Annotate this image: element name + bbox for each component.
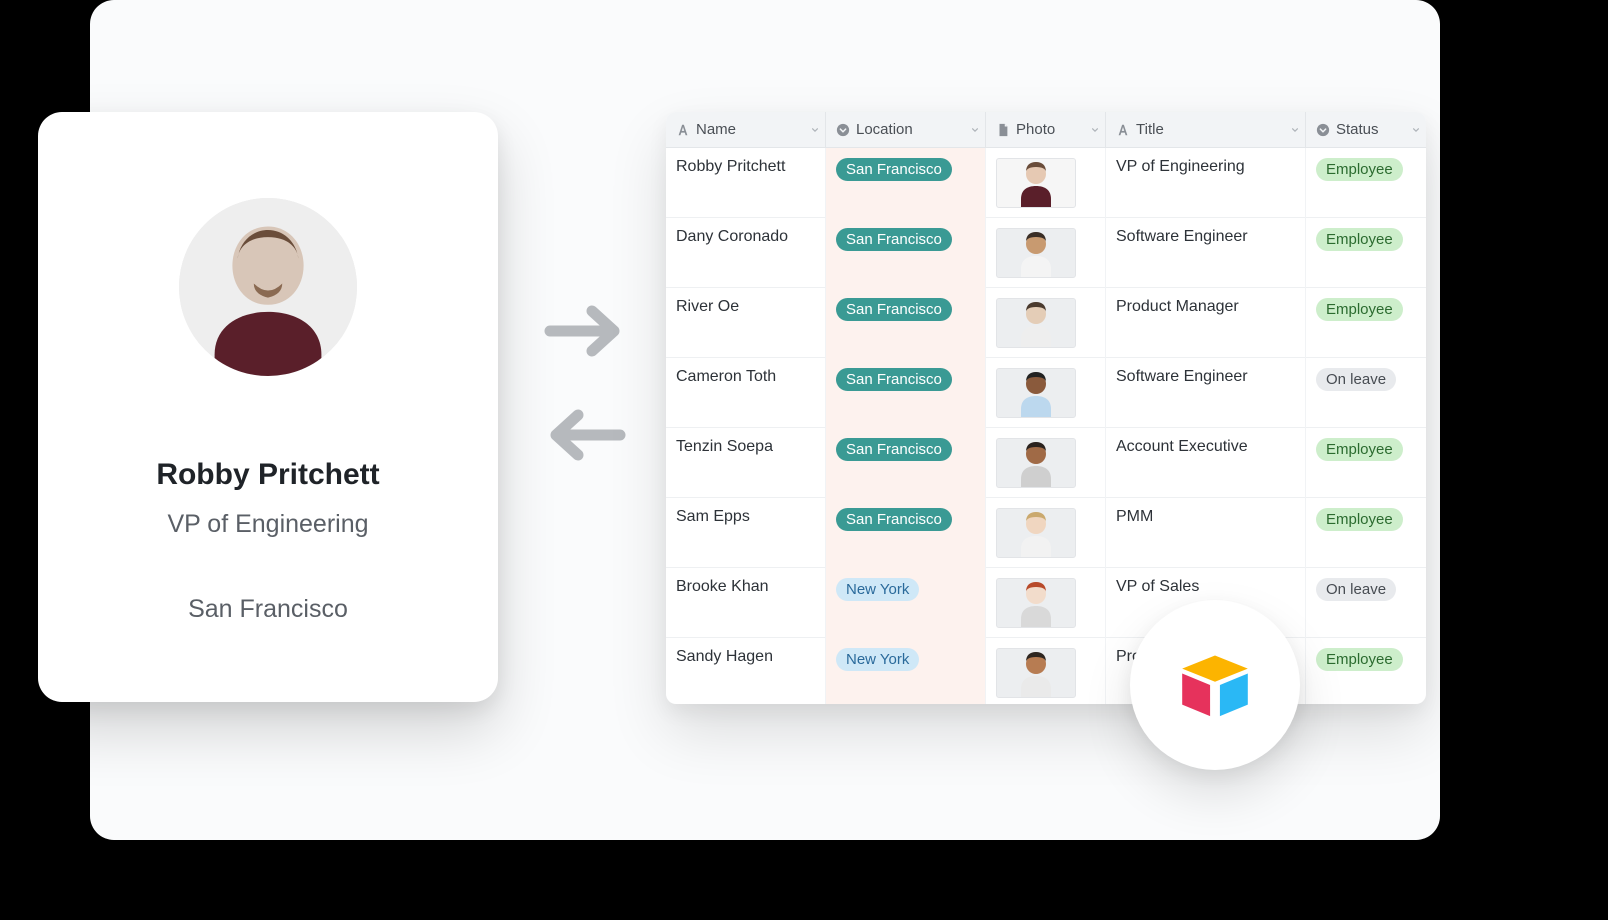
location-tag: San Francisco [836, 298, 952, 321]
cell-photo[interactable] [986, 498, 1106, 568]
photo-thumbnail[interactable] [996, 648, 1076, 698]
photo-thumbnail[interactable] [996, 298, 1076, 348]
column-header[interactable]: Location [826, 112, 986, 147]
cell-status[interactable]: Employee [1306, 428, 1426, 498]
table-header-row: Name Location Photo Title Status [666, 112, 1426, 148]
cell-photo[interactable] [986, 638, 1106, 704]
column-header[interactable]: Title [1106, 112, 1306, 147]
table-row[interactable]: Dany Coronado San Francisco Software Engin… [666, 218, 1426, 288]
cell-name[interactable]: Sam Epps [666, 498, 826, 568]
location-tag: San Francisco [836, 158, 952, 181]
status-tag: Employee [1316, 438, 1403, 461]
cell-title[interactable]: Product Manager [1106, 288, 1306, 358]
person-icon [179, 198, 357, 376]
profile-title: VP of Engineering [167, 510, 368, 539]
location-tag: San Francisco [836, 438, 952, 461]
airtable-logo-badge [1130, 600, 1300, 770]
table-body: Robby Pritchett San Francisco VP of Engine… [666, 148, 1426, 704]
arrow-left-icon [542, 404, 628, 466]
status-tag: On leave [1316, 578, 1396, 601]
cell-location[interactable]: New York [826, 638, 986, 704]
cell-photo[interactable] [986, 568, 1106, 638]
column-header[interactable]: Status [1306, 112, 1426, 147]
cell-status[interactable]: On leave [1306, 568, 1426, 638]
cell-photo[interactable] [986, 358, 1106, 428]
status-tag: Employee [1316, 228, 1403, 251]
photo-thumbnail[interactable] [996, 158, 1076, 208]
profile-location: San Francisco [188, 595, 348, 624]
photo-thumbnail[interactable] [996, 508, 1076, 558]
status-tag: Employee [1316, 648, 1403, 671]
column-label: Photo [1016, 121, 1055, 138]
cell-name[interactable]: Sandy Hagen [666, 638, 826, 704]
arrow-right-icon [542, 300, 628, 362]
cell-name[interactable]: Robby Pritchett [666, 148, 826, 218]
column-header[interactable]: Name [666, 112, 826, 147]
cell-title[interactable]: Account Executive [1106, 428, 1306, 498]
cell-name[interactable]: River Oe [666, 288, 826, 358]
location-tag: San Francisco [836, 508, 952, 531]
photo-thumbnail[interactable] [996, 438, 1076, 488]
cell-title[interactable]: PMM [1106, 498, 1306, 568]
cell-status[interactable]: Employee [1306, 148, 1426, 218]
table-row[interactable]: Brooke KhanNew YorkVP of SalesOn leave [666, 568, 1426, 638]
location-tag: New York [836, 648, 919, 671]
profile-avatar [179, 198, 357, 376]
table-row[interactable]: Sam Epps San Francisco PMM Employee [666, 498, 1426, 568]
location-tag: San Francisco [836, 228, 952, 251]
column-label: Title [1136, 121, 1164, 138]
cell-title[interactable]: Software Engineer [1106, 358, 1306, 428]
cell-photo[interactable] [986, 218, 1106, 288]
employee-table: Name Location Photo Title Status Robby Pritc… [666, 112, 1426, 704]
cell-name[interactable]: Brooke Khan [666, 568, 826, 638]
location-tag: San Francisco [836, 368, 952, 391]
cell-photo[interactable] [986, 428, 1106, 498]
cell-photo[interactable] [986, 148, 1106, 218]
cell-name[interactable]: Dany Coronado [666, 218, 826, 288]
table-row[interactable]: Cameron Toth San Francisco Software Engine… [666, 358, 1426, 428]
status-tag: Employee [1316, 158, 1403, 181]
cell-location[interactable]: San Francisco [826, 358, 986, 428]
cell-location[interactable]: San Francisco [826, 428, 986, 498]
cell-title[interactable]: VP of Engineering [1106, 148, 1306, 218]
photo-thumbnail[interactable] [996, 578, 1076, 628]
status-tag: Employee [1316, 508, 1403, 531]
status-tag: Employee [1316, 298, 1403, 321]
photo-thumbnail[interactable] [996, 228, 1076, 278]
column-label: Location [856, 121, 913, 138]
cell-name[interactable]: Cameron Toth [666, 358, 826, 428]
column-header[interactable]: Photo [986, 112, 1106, 147]
cell-status[interactable]: Employee [1306, 218, 1426, 288]
cell-title[interactable]: Software Engineer [1106, 218, 1306, 288]
table-row[interactable]: Robby Pritchett San Francisco VP of Engine… [666, 148, 1426, 218]
cell-location[interactable]: San Francisco [826, 288, 986, 358]
table-row[interactable]: Sandy HagenNew YorkProEmployee [666, 638, 1426, 704]
photo-thumbnail[interactable] [996, 368, 1076, 418]
sync-arrows [542, 300, 628, 466]
profile-name: Robby Pritchett [156, 458, 379, 492]
profile-card: Robby Pritchett VP of Engineering San Fr… [38, 112, 498, 702]
status-tag: On leave [1316, 368, 1396, 391]
cell-location[interactable]: San Francisco [826, 218, 986, 288]
cell-status[interactable]: On leave [1306, 358, 1426, 428]
cell-location[interactable]: New York [826, 568, 986, 638]
table-row[interactable]: Tenzin Soepa San Francisco Account Executi… [666, 428, 1426, 498]
column-label: Status [1336, 121, 1379, 138]
cell-name[interactable]: Tenzin Soepa [666, 428, 826, 498]
cell-location[interactable]: San Francisco [826, 148, 986, 218]
cell-status[interactable]: Employee [1306, 288, 1426, 358]
column-label: Name [696, 121, 736, 138]
airtable-logo-icon [1174, 644, 1256, 726]
cell-status[interactable]: Employee [1306, 638, 1426, 704]
location-tag: New York [836, 578, 919, 601]
cell-photo[interactable] [986, 288, 1106, 358]
cell-location[interactable]: San Francisco [826, 498, 986, 568]
cell-status[interactable]: Employee [1306, 498, 1426, 568]
table-row[interactable]: River Oe San Francisco Product Manager Empl… [666, 288, 1426, 358]
